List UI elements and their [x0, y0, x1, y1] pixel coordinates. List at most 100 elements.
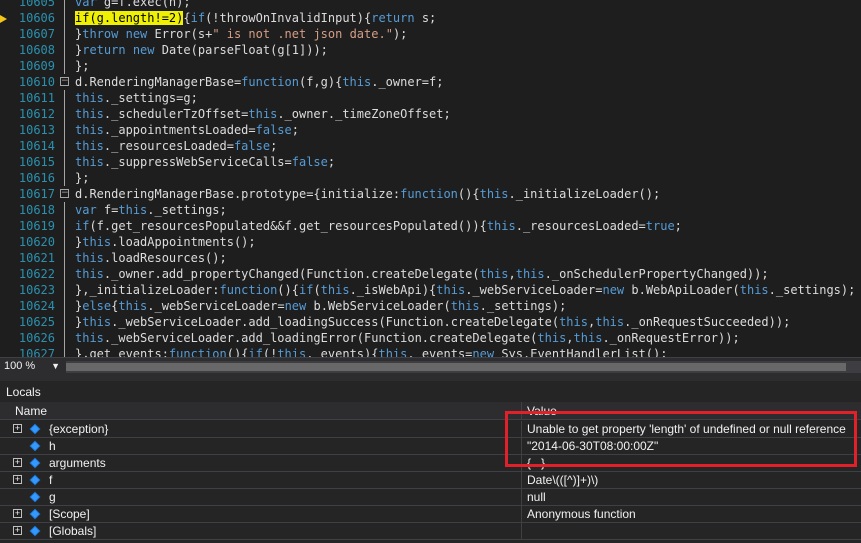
code-text: }throw new Error(s+" is not .net json da…: [75, 27, 408, 41]
fold-guide: [64, 314, 65, 330]
line-number: 10611: [18, 91, 55, 105]
variable-icon: [29, 440, 41, 452]
code-editor[interactable]: 10605 var g=f.exec(h); 10606 if(g.length!=2…: [0, 0, 861, 357]
line-number: 10620: [18, 235, 55, 249]
fold-guide: [64, 298, 65, 314]
variable-name: h: [49, 439, 56, 453]
code-line[interactable]: 10605 var g=f.exec(h);: [0, 0, 861, 10]
code-text: this._appointmentsLoaded=false;: [75, 123, 299, 137]
line-number: 10622: [18, 267, 55, 281]
code-line[interactable]: 10625}this._webServiceLoader.add_loading…: [0, 314, 861, 330]
code-text: this._schedulerTzOffset=this._owner._tim…: [75, 107, 451, 121]
code-text: }this._webServiceLoader.add_loadingSucce…: [75, 315, 791, 329]
line-number: 10606: [18, 11, 55, 25]
expand-icon[interactable]: +: [13, 509, 22, 518]
variable-name: [Scope]: [49, 507, 90, 521]
code-line[interactable]: 10607 }throw new Error(s+" is not .net js…: [0, 26, 861, 42]
variable-value[interactable]: Date\(([^)]+)\): [527, 473, 857, 488]
line-number: 10605: [18, 0, 55, 9]
variable-name: g: [49, 490, 56, 504]
code-line[interactable]: 10624 }else{this._webServiceLoader=new b.…: [0, 298, 861, 314]
line-number: 10608: [18, 43, 55, 57]
code-text: };: [75, 59, 90, 73]
code-text: };: [75, 171, 90, 185]
code-line[interactable]: 10619 if(f.get_resourcesPopulated&&f.get_…: [0, 218, 861, 234]
column-header-name[interactable]: Name: [15, 404, 47, 418]
variable-icon: [29, 525, 41, 537]
code-text: this._suppressWebServiceCalls=false;: [75, 155, 336, 169]
code-line[interactable]: 10610− d.RenderingManagerBase=function(f,…: [0, 74, 861, 90]
code-text: d.RenderingManagerBase.prototype={initia…: [75, 187, 661, 201]
fold-guide: [64, 138, 65, 154]
expand-icon[interactable]: +: [13, 424, 22, 433]
horizontal-scrollbar[interactable]: [66, 361, 861, 373]
fold-guide: [64, 26, 65, 42]
code-text: this._settings=g;: [75, 91, 198, 105]
code-line[interactable]: 10623},_initializeLoader:function(){if(t…: [0, 282, 861, 298]
locals-row[interactable]: + f Date\(([^)]+)\): [0, 472, 861, 489]
line-number: 10619: [18, 219, 55, 233]
code-line[interactable]: 10606 if(g.length!=2){if(!throwOnInvalidI…: [0, 10, 861, 26]
code-line[interactable]: 10615 this._suppressWebServiceCalls=false…: [0, 154, 861, 170]
code-line[interactable]: 10608}return new Date(parseFloat(g[1]));: [0, 42, 861, 58]
locals-row[interactable]: + [Globals]: [0, 523, 861, 540]
annotation-highlight-box: [505, 411, 857, 467]
zoom-dropdown[interactable]: 100 % ▼: [2, 359, 62, 374]
code-line[interactable]: 10614 this._resourcesLoaded=false;: [0, 138, 861, 154]
locals-row[interactable]: + [Scope] Anonymous function: [0, 506, 861, 523]
variable-value[interactable]: Anonymous function: [527, 507, 857, 522]
code-text: }else{this._webServiceLoader=new b.WebSe…: [75, 299, 567, 313]
code-line[interactable]: 10626 this._webServiceLoader.add_loadingE…: [0, 330, 861, 346]
variable-icon: [29, 474, 41, 486]
fold-guide: [64, 58, 65, 74]
variable-value[interactable]: null: [527, 490, 857, 505]
fold-guide: [64, 234, 65, 250]
code-line[interactable]: 10627},get_events:function(){if(!this._e…: [0, 346, 861, 357]
code-text: if(g.length!=2){if(!throwOnInvalidInput)…: [75, 11, 437, 25]
code-line[interactable]: 10620}this.loadAppointments();: [0, 234, 861, 250]
line-number: 10624: [18, 299, 55, 313]
line-number: 10616: [18, 171, 55, 185]
code-line[interactable]: 10612 this._schedulerTzOffset=this._owner…: [0, 106, 861, 122]
column-divider: [521, 523, 522, 540]
fold-guide: [64, 90, 65, 106]
variable-icon: [29, 423, 41, 435]
expand-icon[interactable]: +: [13, 458, 22, 467]
code-line[interactable]: 10609};: [0, 58, 861, 74]
code-text: if(f.get_resourcesPopulated&&f.get_resou…: [75, 219, 682, 233]
fold-guide: [64, 330, 65, 346]
code-line[interactable]: 10621 this.loadResources();: [0, 250, 861, 266]
current-statement-arrow-icon: [0, 15, 7, 23]
code-line[interactable]: 10622 this._owner.add_propertyChanged(Fun…: [0, 266, 861, 282]
line-number: 10609: [18, 59, 55, 73]
fold-guide: [64, 106, 65, 122]
code-line[interactable]: 10618 var f=this._settings;: [0, 202, 861, 218]
fold-guide: [64, 250, 65, 266]
line-number: 10626: [18, 331, 55, 345]
code-text: d.RenderingManagerBase=function(f,g){thi…: [75, 75, 444, 89]
code-text: },_initializeLoader:function(){if(this._…: [75, 283, 856, 297]
code-line[interactable]: 10613 this._appointmentsLoaded=false;: [0, 122, 861, 138]
line-number: 10607: [18, 27, 55, 41]
zoom-value: 100 %: [4, 360, 36, 372]
expand-icon[interactable]: +: [13, 526, 22, 535]
fold-guide: [64, 154, 65, 170]
code-line[interactable]: 10617− d.RenderingManagerBase.prototype={…: [0, 186, 861, 202]
fold-guide: [64, 346, 65, 357]
locals-title: Locals: [6, 385, 41, 399]
line-number: 10615: [18, 155, 55, 169]
line-number: 10610: [18, 75, 55, 89]
fold-guide: [64, 266, 65, 282]
line-number: 10614: [18, 139, 55, 153]
column-divider: [521, 489, 522, 506]
expand-icon[interactable]: +: [13, 475, 22, 484]
fold-guide: [64, 42, 65, 58]
code-line[interactable]: 10616};: [0, 170, 861, 186]
code-text: var f=this._settings;: [75, 203, 227, 217]
scrollbar-thumb[interactable]: [66, 363, 846, 371]
collapse-icon[interactable]: −: [60, 77, 69, 86]
collapse-icon[interactable]: −: [60, 189, 69, 198]
chevron-down-icon: ▼: [51, 361, 60, 371]
code-line[interactable]: 10611 this._settings=g;: [0, 90, 861, 106]
locals-row[interactable]: g null: [0, 489, 861, 506]
